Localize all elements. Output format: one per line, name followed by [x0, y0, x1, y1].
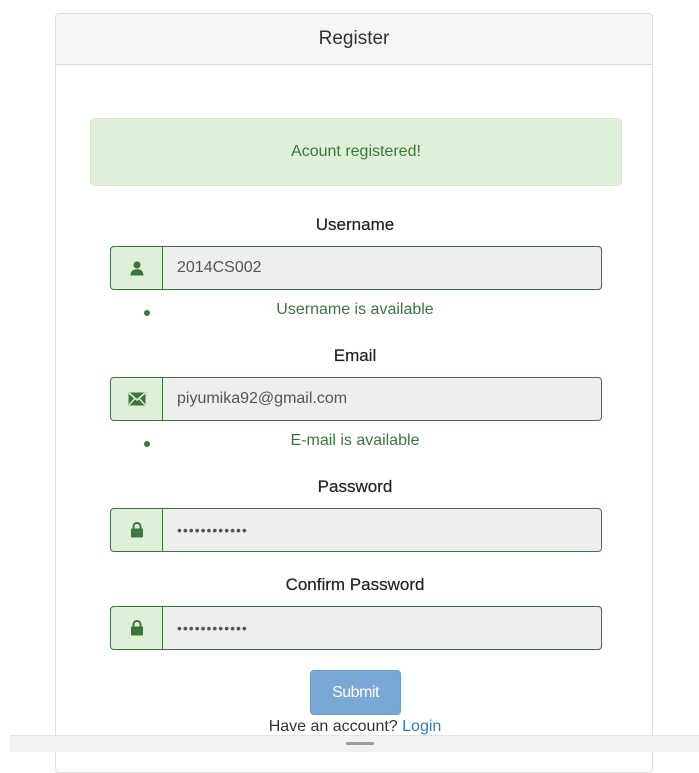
password-label: Password — [317, 477, 393, 496]
username-help-text: Username is available — [276, 301, 434, 318]
login-prompt-text: Have an account? — [268, 718, 398, 735]
email-label: Email — [333, 346, 377, 365]
email-input[interactable] — [162, 377, 602, 421]
success-alert: Acount registered! — [90, 118, 622, 186]
confirm-password-input[interactable] — [162, 606, 602, 650]
username-label: Username — [315, 215, 395, 234]
username-input[interactable] — [162, 246, 602, 290]
horizontal-scrollbar[interactable] — [10, 735, 699, 752]
lock-icon — [110, 508, 162, 552]
confirm-password-input-group — [110, 606, 602, 650]
password-input[interactable] — [162, 508, 602, 552]
login-prompt: Have an account? Login — [56, 718, 654, 736]
confirm-password-label: Confirm Password — [285, 575, 425, 594]
login-link[interactable]: Login — [402, 718, 441, 735]
password-input-group — [110, 508, 602, 552]
scroll-grip-icon[interactable] — [346, 742, 374, 745]
register-panel: Register Acount registered! Username Use… — [55, 13, 653, 773]
email-input-group — [110, 377, 602, 421]
envelope-icon — [110, 377, 162, 421]
submit-button[interactable]: Submit — [310, 670, 401, 715]
lock-icon — [110, 606, 162, 650]
panel-title: Register — [56, 14, 652, 65]
email-help-text: E-mail is available — [290, 432, 420, 449]
user-icon — [110, 246, 162, 290]
username-input-group — [110, 246, 602, 290]
